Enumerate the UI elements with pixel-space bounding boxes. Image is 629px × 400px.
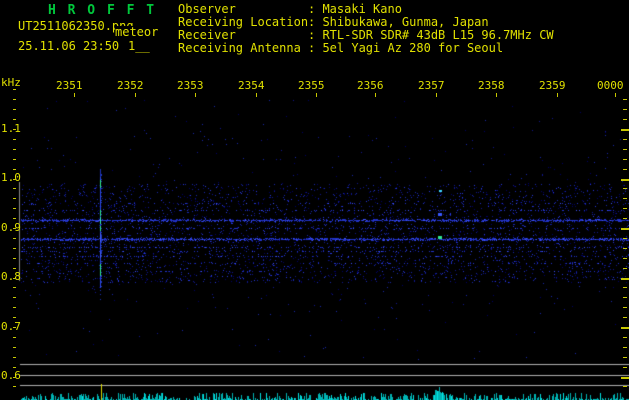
time-tick-mark (557, 93, 558, 97)
freq-tick-label: 0.6 (1, 369, 21, 382)
freq-tick-label: 1.1 (1, 122, 21, 135)
freq-tick-right (623, 238, 627, 239)
time-tick-mark (135, 93, 136, 97)
time-tick-mark (375, 93, 376, 97)
freq-tick-left (13, 149, 16, 150)
time-tick-label: 2356 (357, 79, 384, 92)
freq-tick-left (13, 287, 16, 288)
freq-tick-right (623, 347, 627, 348)
time-tick-label: 2355 (298, 79, 325, 92)
info-value: : 5el Yagi Az 280 for Seoul (308, 41, 504, 55)
freq-tick-left (13, 159, 16, 160)
freq-tick-left (13, 119, 16, 120)
freq-tick-right (623, 307, 627, 308)
time-tick-label: 2357 (418, 79, 445, 92)
spectrogram-canvas (0, 0, 629, 400)
time-tick-label: 2358 (478, 79, 505, 92)
freq-tick-right (623, 386, 627, 387)
time-tick-mark (195, 93, 196, 97)
freq-tick-right (623, 139, 627, 140)
freq-tick-left (13, 317, 16, 318)
echo-counter: 1__ (128, 39, 150, 53)
mode-label: meteor (115, 25, 159, 39)
time-tick-mark (74, 93, 75, 97)
freq-tick-left (13, 297, 16, 298)
freq-tick-right (623, 99, 627, 100)
freq-tick-label: 0.9 (1, 221, 21, 234)
time-tick-mark (256, 93, 257, 97)
freq-tick-left (13, 278, 16, 279)
freq-tick-left (13, 307, 16, 308)
freq-tick-left (13, 357, 16, 358)
time-tick-label: 2359 (539, 79, 566, 92)
freq-tick-right (623, 317, 627, 318)
freq-tick-left (13, 238, 16, 239)
freq-tick-left (13, 188, 16, 189)
station-info-row: Receiving Antenna : 5el Yagi Az 280 for S… (178, 42, 554, 55)
freq-tick-right (623, 119, 627, 120)
freq-tick-left (13, 129, 16, 130)
freq-tick-right (621, 327, 629, 329)
freq-tick-left (13, 179, 16, 180)
freq-tick-right (621, 129, 629, 131)
freq-tick-left (13, 198, 16, 199)
freq-tick-left (13, 109, 16, 110)
freq-tick-left (13, 208, 16, 209)
freq-tick-left (13, 228, 16, 229)
time-tick-label: 2352 (117, 79, 144, 92)
freq-tick-right (621, 278, 629, 280)
freq-tick-right (623, 337, 627, 338)
freq-tick-label: 1.0 (1, 171, 21, 184)
freq-tick-right (621, 377, 629, 379)
freq-tick-right (623, 218, 627, 219)
freq-tick-left (13, 268, 16, 269)
info-label: Receiving Antenna (178, 41, 301, 55)
freq-tick-left (13, 139, 16, 140)
freq-tick-right (623, 169, 627, 170)
freq-tick-right (623, 258, 627, 259)
freq-tick-left (13, 99, 16, 100)
time-tick-label: 2353 (177, 79, 204, 92)
time-tick-label: 2354 (238, 79, 265, 92)
freq-tick-right (621, 179, 629, 181)
freq-tick-left (13, 386, 16, 387)
time-tick-mark (615, 93, 616, 97)
freq-tick-right (623, 188, 627, 189)
time-tick-label: 0000 (597, 79, 624, 92)
freq-tick-right (623, 198, 627, 199)
freq-tick-right (623, 159, 627, 160)
freq-tick-left (13, 367, 16, 368)
freq-tick-left (13, 218, 16, 219)
freq-tick-right (623, 287, 627, 288)
datetime-label: 25.11.06 23:50 (18, 39, 120, 53)
freq-tick-right (623, 109, 627, 110)
freq-tick-left (13, 377, 16, 378)
freq-tick-right (623, 268, 627, 269)
freq-tick-label: 0.7 (1, 320, 21, 333)
freq-tick-left (13, 169, 16, 170)
app-title: H R O F F T (48, 3, 157, 18)
freq-tick-right (623, 357, 627, 358)
freq-tick-right (623, 367, 627, 368)
freq-unit-label: kHz (1, 76, 21, 89)
time-tick-mark (496, 93, 497, 97)
time-tick-mark (436, 93, 437, 97)
freq-tick-left (13, 89, 16, 90)
freq-tick-right (623, 149, 627, 150)
freq-tick-right (623, 248, 627, 249)
time-tick-label: 2351 (56, 79, 83, 92)
freq-tick-right (623, 208, 627, 209)
freq-tick-right (621, 228, 629, 230)
freq-tick-right (623, 297, 627, 298)
freq-tick-left (13, 337, 16, 338)
freq-tick-left (13, 248, 16, 249)
hrofft-window: H R O F F T UT2511062350.png meteor 25.1… (0, 0, 629, 400)
freq-tick-left (13, 327, 16, 328)
station-info-block: Observer: Masaki Kano Receiving Location:… (178, 3, 554, 55)
freq-tick-left (13, 347, 16, 348)
freq-tick-label: 0.8 (1, 270, 21, 283)
freq-tick-left (13, 258, 16, 259)
time-tick-mark (316, 93, 317, 97)
